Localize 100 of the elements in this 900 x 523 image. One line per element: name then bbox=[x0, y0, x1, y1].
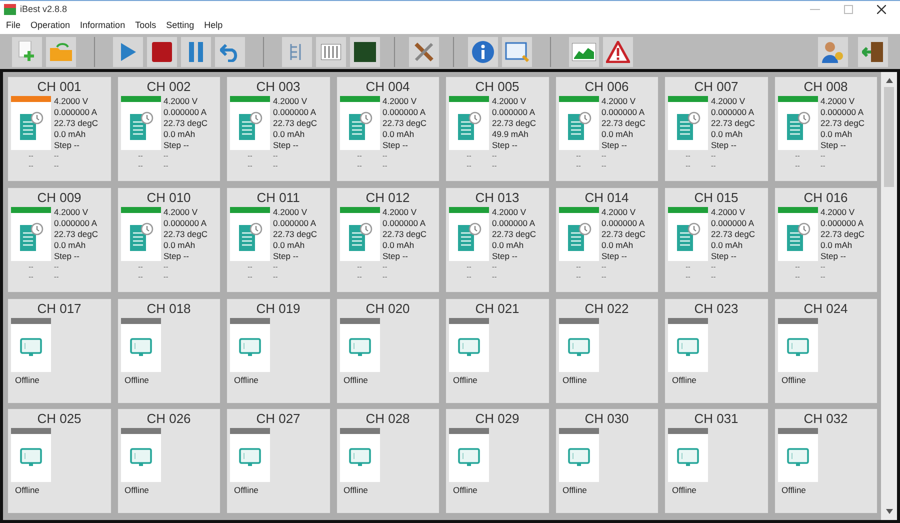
window-search-icon[interactable] bbox=[502, 36, 532, 66]
monitor-icon bbox=[568, 338, 590, 358]
info-icon[interactable] bbox=[468, 36, 498, 66]
pause-icon[interactable] bbox=[181, 36, 211, 66]
terminal-icon[interactable] bbox=[350, 36, 380, 66]
chart-icon[interactable] bbox=[569, 36, 599, 66]
warning-icon[interactable] bbox=[603, 36, 633, 66]
channel-card[interactable]: CH 031 Offline bbox=[665, 409, 768, 514]
channel-card[interactable]: CH 018 Offline bbox=[118, 298, 220, 402]
monitor-icon bbox=[677, 448, 699, 468]
scroll-up-icon[interactable] bbox=[886, 78, 892, 83]
reading-text: 0.000000 A bbox=[711, 107, 755, 118]
offline-status: Offline bbox=[562, 374, 587, 386]
folder-icon[interactable] bbox=[46, 36, 76, 66]
play-icon[interactable] bbox=[113, 36, 143, 66]
channel-card[interactable]: CH 019 Offline bbox=[227, 298, 330, 402]
channel-name: CH 024 bbox=[804, 300, 848, 316]
reading-text: 22.73 degC bbox=[164, 118, 208, 129]
scroll-thumb[interactable] bbox=[884, 87, 894, 187]
channel-card[interactable]: CH 028 Offline bbox=[336, 409, 439, 514]
channel-name: CH 004 bbox=[366, 78, 410, 95]
reading-text: 22.73 degC bbox=[164, 228, 208, 240]
close-icon[interactable] bbox=[877, 5, 886, 14]
scrollbar[interactable] bbox=[881, 72, 897, 520]
reading-text: Step -- bbox=[492, 140, 519, 151]
monitor-icon bbox=[786, 448, 808, 468]
menu-item[interactable]: Tools bbox=[135, 19, 156, 33]
channel-name: CH 031 bbox=[694, 410, 738, 428]
offline-status: Offline bbox=[14, 484, 40, 497]
user-key-icon[interactable] bbox=[818, 36, 848, 66]
channel-card[interactable]: CH 030 Offline bbox=[556, 409, 658, 514]
channel-card[interactable]: CH 027 Offline bbox=[227, 409, 330, 514]
offline-status: Offline bbox=[671, 374, 696, 386]
channel-card[interactable]: CH 017 Offline bbox=[8, 298, 110, 402]
channel-card[interactable]: CH 029 Offline bbox=[446, 409, 548, 514]
grid-icon[interactable] bbox=[316, 36, 346, 66]
reading-text: Step -- bbox=[54, 140, 81, 151]
offline-status: Offline bbox=[452, 484, 478, 497]
reading-text: 4.2000 V bbox=[54, 96, 90, 107]
channel-name: CH 029 bbox=[475, 410, 520, 428]
menu-item[interactable]: File bbox=[6, 19, 21, 33]
stop-icon[interactable] bbox=[147, 36, 177, 66]
channel-name: CH 019 bbox=[256, 300, 300, 316]
menu-item[interactable]: Setting bbox=[166, 19, 194, 33]
channel-card[interactable]: CH 024 Offline bbox=[774, 298, 877, 402]
channel-card[interactable]: CH 022 Offline bbox=[556, 298, 658, 402]
exit-door-icon[interactable] bbox=[858, 36, 888, 66]
scroll-down-icon[interactable] bbox=[886, 509, 892, 514]
reading-text: Step -- bbox=[492, 250, 519, 262]
reading-text: 0.0 mAh bbox=[602, 129, 634, 140]
offline-status: Offline bbox=[562, 484, 587, 497]
add-file-icon[interactable] bbox=[12, 36, 42, 66]
reading-text: 4.2000 V bbox=[711, 96, 746, 107]
channel-name: CH 027 bbox=[256, 410, 300, 428]
channel-name: CH 011 bbox=[256, 188, 300, 206]
monitor-icon bbox=[20, 338, 42, 358]
channel-card[interactable]: CH 020 Offline bbox=[336, 298, 439, 402]
channel-name: CH 030 bbox=[584, 410, 629, 428]
reading-text: 22.73 degC bbox=[54, 118, 98, 129]
channel-name: CH 026 bbox=[146, 410, 191, 428]
tools-icon[interactable] bbox=[409, 36, 439, 66]
channel-name: CH 023 bbox=[694, 300, 738, 316]
reading-text: Step -- bbox=[164, 250, 190, 262]
channel-name: CH 015 bbox=[694, 188, 738, 206]
reading-text: 0.0 mAh bbox=[164, 240, 196, 251]
reading-text: 4.2000 V bbox=[602, 96, 637, 107]
reading-text: 4.2000 V bbox=[820, 206, 856, 218]
maximize-icon[interactable] bbox=[844, 5, 853, 14]
menu-item[interactable]: Operation bbox=[30, 19, 70, 33]
reading-text: 4.2000 V bbox=[164, 206, 199, 218]
channel-card[interactable]: CH 032 Offline bbox=[774, 409, 877, 514]
reading-text: 0.000000 A bbox=[382, 107, 426, 118]
monitor-icon bbox=[20, 448, 42, 468]
channel-card[interactable]: CH 021 Offline bbox=[446, 298, 548, 402]
channel-card[interactable]: CH 023 Offline bbox=[665, 298, 768, 402]
reading-text: 0.0 mAh bbox=[164, 129, 196, 140]
reading-text: 4.2000 V bbox=[602, 206, 637, 218]
reading-text: 22.73 degC bbox=[711, 228, 755, 240]
reading-text: 4.2000 V bbox=[382, 96, 418, 107]
reading-text: 22.73 degC bbox=[602, 118, 646, 129]
reading-text: 0.0 mAh bbox=[54, 129, 87, 140]
menu-item[interactable]: Help bbox=[204, 19, 223, 33]
reading-text: 0.0 mAh bbox=[54, 240, 87, 251]
monitor-icon bbox=[348, 448, 370, 468]
reading-text: 22.73 degC bbox=[492, 228, 536, 240]
channel-name: CH 022 bbox=[584, 300, 629, 316]
channel-name: CH 032 bbox=[804, 410, 848, 428]
offline-status: Offline bbox=[780, 374, 806, 386]
channel-card[interactable]: CH 025 Offline bbox=[8, 409, 110, 514]
channel-card[interactable]: CH 026 Offline bbox=[118, 409, 220, 514]
monitor-icon bbox=[348, 338, 370, 358]
reading-text: 22.73 degC bbox=[711, 118, 755, 129]
reading-text: 0.000000 A bbox=[820, 218, 864, 229]
monitor-icon bbox=[677, 338, 699, 358]
reading-text: 0.0 mAh bbox=[711, 129, 744, 140]
reading-text: 0.0 mAh bbox=[602, 240, 634, 251]
offline-status: Offline bbox=[233, 484, 258, 497]
monitor-icon bbox=[239, 338, 261, 358]
channel-name: CH 003 bbox=[256, 78, 300, 95]
menu-item[interactable]: Information bbox=[80, 19, 126, 33]
